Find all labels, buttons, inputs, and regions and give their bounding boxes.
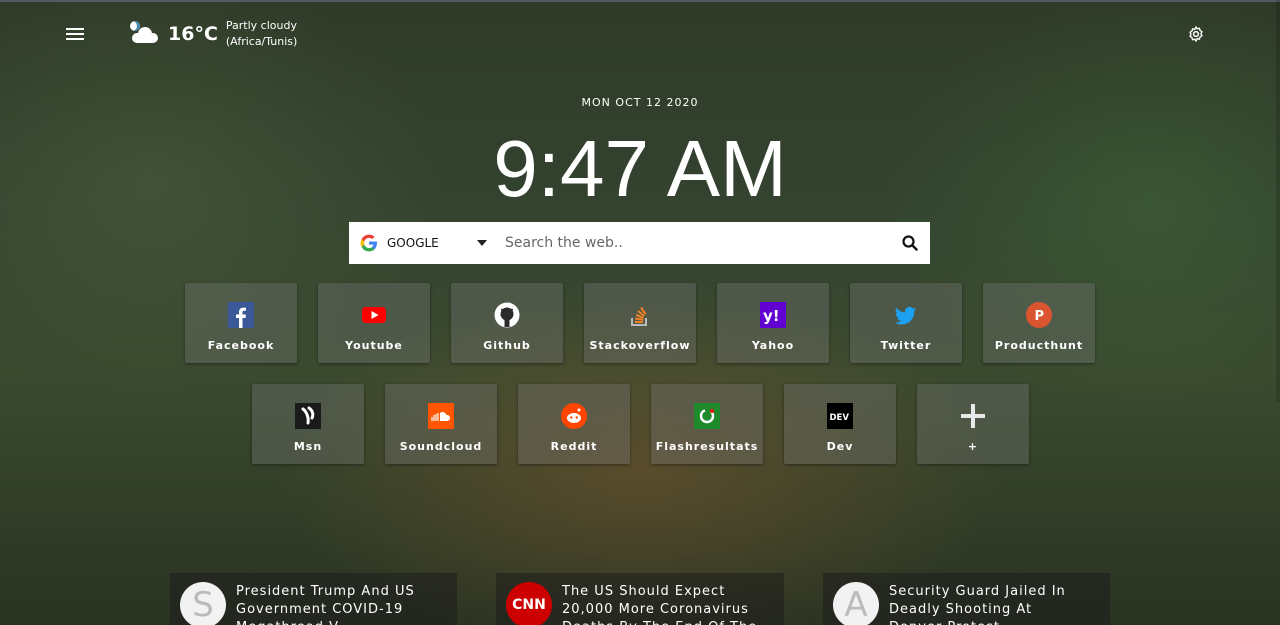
msn-icon <box>295 403 321 429</box>
news-headline: The US Should Expect 20,000 More Coronav… <box>562 584 756 625</box>
shortcut-label: Producthunt <box>994 339 1084 352</box>
news-source-avatar: A <box>833 582 879 625</box>
google-icon <box>360 234 377 252</box>
shortcut-github[interactable]: Github <box>451 283 563 363</box>
shortcut-yahoo[interactable]: y! Yahoo <box>717 283 829 363</box>
clock: 9:47 AM <box>493 124 787 213</box>
news-card[interactable]: CNN The US Should Expect 20,000 More Cor… <box>496 573 784 625</box>
shortcut-label: + <box>967 440 979 453</box>
facebook-icon <box>228 302 254 328</box>
menu-icon[interactable] <box>66 28 84 42</box>
shortcut-label: Github <box>483 339 531 352</box>
weather-temperature: 16°C <box>168 23 218 45</box>
stackoverflow-icon <box>627 302 653 328</box>
soundcloud-icon <box>428 403 454 429</box>
search-engine-label: GOOGLE <box>387 236 439 250</box>
shortcut-label: Flashresultats <box>655 440 759 453</box>
search-input[interactable] <box>495 222 890 264</box>
github-icon <box>494 302 520 328</box>
shortcut-youtube[interactable]: Youtube <box>318 283 430 363</box>
shortcut-label: Facebook <box>207 339 275 352</box>
dev-icon: DEV <box>827 403 853 429</box>
weather-location: (Africa/Tunis) <box>225 35 298 48</box>
shortcut-label: Youtube <box>345 339 403 352</box>
news-card[interactable]: A Security Guard Jailed In Deadly Shooti… <box>823 573 1110 625</box>
top-border <box>0 0 1280 2</box>
youtube-icon <box>361 302 387 328</box>
cnn-logo-icon: CNN <box>506 582 552 625</box>
add-shortcut-button[interactable]: + <box>917 384 1029 464</box>
current-date: MON OCT 12 2020 <box>581 96 699 109</box>
search-engine-selector[interactable]: GOOGLE <box>349 222 495 264</box>
shortcut-msn[interactable]: Msn <box>252 384 364 464</box>
news-headline: President Trump And US Government COVID-… <box>236 584 415 625</box>
weather-widget[interactable]: 16°C Partly cloudy (Africa/Tunis) <box>126 18 297 50</box>
shortcut-flashresultats[interactable]: Flashresultats <box>651 384 763 464</box>
shortcut-stackoverflow[interactable]: Stackoverflow <box>584 283 696 363</box>
shortcut-producthunt[interactable]: P Producthunt <box>983 283 1095 363</box>
shortcut-label: Yahoo <box>751 339 795 352</box>
flashresultats-icon <box>694 403 720 429</box>
svg-text:DEV: DEV <box>830 413 850 423</box>
search-icon[interactable] <box>890 222 930 264</box>
shortcut-reddit[interactable]: Reddit <box>518 384 630 464</box>
scrollbar-track <box>1276 0 1280 402</box>
twitter-icon <box>893 302 919 328</box>
search-bar: GOOGLE <box>349 222 930 264</box>
settings-gear-icon[interactable] <box>1187 25 1205 43</box>
reddit-icon <box>561 403 587 429</box>
partly-cloudy-night-icon <box>126 19 160 49</box>
shortcut-twitter[interactable]: Twitter <box>850 283 962 363</box>
producthunt-icon: P <box>1026 302 1052 328</box>
yahoo-icon: y! <box>760 302 786 328</box>
news-headline: Security Guard Jailed In Deadly Shooting… <box>889 584 1066 625</box>
shortcut-label: Msn <box>293 440 323 453</box>
shortcut-facebook[interactable]: Facebook <box>185 283 297 363</box>
shortcut-label: Stackoverflow <box>589 339 691 352</box>
shortcut-dev[interactable]: DEV Dev <box>784 384 896 464</box>
shortcut-label: Dev <box>826 440 854 453</box>
weather-condition: Partly cloudy <box>225 19 297 32</box>
shortcut-soundcloud[interactable]: Soundcloud <box>385 384 497 464</box>
news-source-avatar: S <box>180 582 226 625</box>
chevron-down-icon <box>477 240 487 246</box>
svg-text:P: P <box>1035 309 1045 324</box>
shortcut-label: Twitter <box>880 339 932 352</box>
shortcut-label: Reddit <box>550 440 598 453</box>
svg-text:y!: y! <box>763 307 780 325</box>
shortcut-label: Soundcloud <box>399 440 483 453</box>
news-card[interactable]: S President Trump And US Government COVI… <box>170 573 457 625</box>
plus-icon <box>960 403 986 429</box>
